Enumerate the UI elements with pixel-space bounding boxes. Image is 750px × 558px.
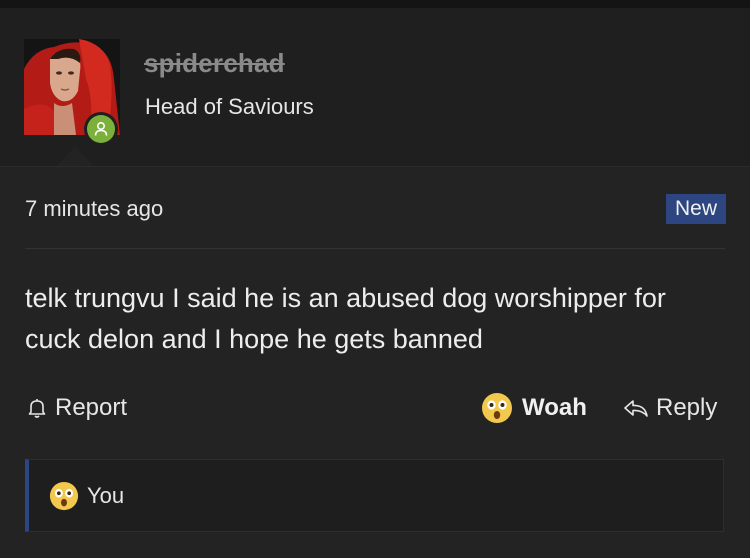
reactions-summary[interactable]: You xyxy=(25,459,724,532)
attribution-divider xyxy=(25,248,725,249)
report-label: Report xyxy=(55,394,128,421)
header-pointer xyxy=(57,146,93,166)
username-link[interactable]: spiderchad xyxy=(144,48,285,79)
reply-arrow-icon xyxy=(624,400,648,417)
user-icon xyxy=(94,121,108,136)
message-user-header: spiderchad Head of Saviours xyxy=(0,8,750,167)
astonished-face-icon xyxy=(482,393,512,423)
post-actions: Report Woah Reply xyxy=(0,388,750,432)
top-border xyxy=(0,0,750,8)
reply-button[interactable]: Reply xyxy=(622,394,717,422)
reaction-button[interactable]: Woah xyxy=(481,392,587,424)
post-body: telk trungvu I said he is an abused dog … xyxy=(25,283,666,354)
bell-icon xyxy=(28,399,46,418)
reply-label: Reply xyxy=(656,394,718,421)
report-button[interactable]: Report xyxy=(25,394,127,422)
online-indicator xyxy=(84,112,118,146)
astonished-face-icon xyxy=(49,481,79,510)
reaction-label: Woah xyxy=(522,394,587,421)
user-title: Head of Saviours xyxy=(145,94,314,119)
reaction-users: You xyxy=(87,482,125,508)
post-timestamp[interactable]: 7 minutes ago xyxy=(25,196,163,222)
new-badge: New xyxy=(666,194,726,224)
